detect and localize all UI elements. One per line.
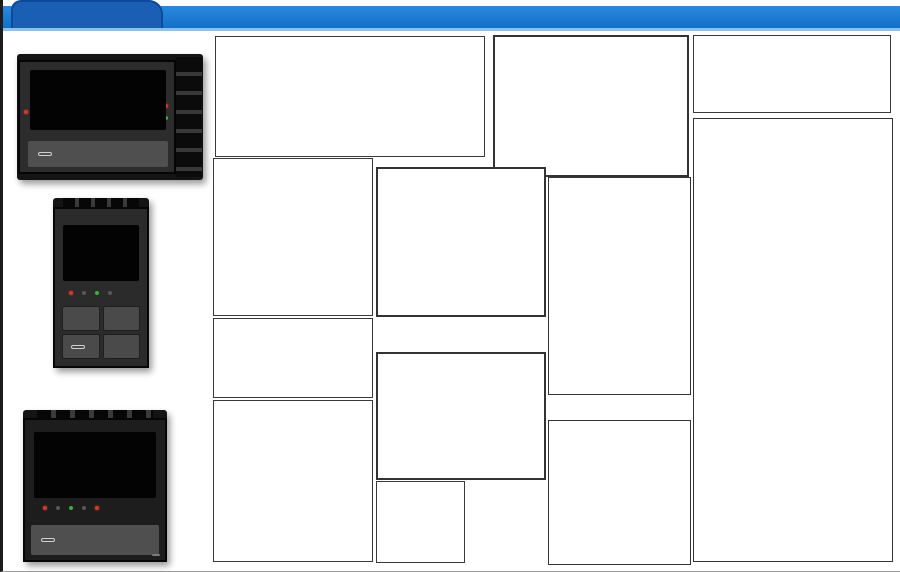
model-badge (152, 554, 160, 556)
device-keypad (28, 141, 168, 167)
input-table-160x80 (493, 35, 689, 177)
led-indicator (95, 291, 99, 295)
power-wiring-72x72 (376, 481, 465, 563)
device-photo-160x80 (17, 54, 203, 180)
header-tab (11, 0, 163, 28)
terminal-block-96x96 (213, 158, 373, 316)
power-wiring-160x80 (693, 35, 891, 113)
power-wiring-96x96 (213, 318, 373, 398)
terminal-block-72x72 (213, 400, 373, 562)
terminal-strip-160x80 (215, 36, 485, 157)
page (0, 0, 900, 572)
led-indicator (69, 291, 73, 295)
led-indicator-row (43, 506, 99, 510)
blank-key (62, 306, 100, 331)
led-indicator (24, 110, 28, 114)
output-table-72x72 (548, 420, 691, 565)
device-front-panel (18, 60, 176, 174)
led-indicator (56, 506, 60, 510)
led-indicator (108, 291, 112, 295)
set-key (38, 152, 52, 156)
device-top-vents (37, 410, 153, 418)
device-photo-square (23, 410, 167, 562)
input-table-96x96 (376, 167, 546, 317)
input-table-72x72 (376, 352, 546, 480)
led-indicator (69, 506, 73, 510)
set-down-keys (62, 334, 100, 359)
set-key (71, 345, 85, 349)
device-keypad (31, 525, 159, 555)
led-indicator (95, 506, 99, 510)
led-display (30, 70, 166, 130)
device-photo-80x160 (53, 198, 149, 368)
device-top-vents (63, 198, 139, 207)
led-indicator (43, 506, 47, 510)
device-front-panel (53, 207, 149, 368)
output-table-160x80 (693, 118, 893, 562)
device-front-panel (23, 418, 167, 562)
blank-key (103, 306, 141, 331)
led-indicator (82, 291, 86, 295)
led-display (34, 432, 156, 498)
up-key-cell (103, 334, 141, 359)
header-stripe (3, 28, 900, 31)
device-keypad (62, 306, 140, 359)
output-table-96x96 (548, 177, 691, 395)
led-display (63, 225, 139, 281)
led-indicator-row (69, 291, 112, 295)
set-key (41, 538, 55, 542)
led-indicator (82, 506, 86, 510)
device-side-vents (176, 57, 202, 177)
